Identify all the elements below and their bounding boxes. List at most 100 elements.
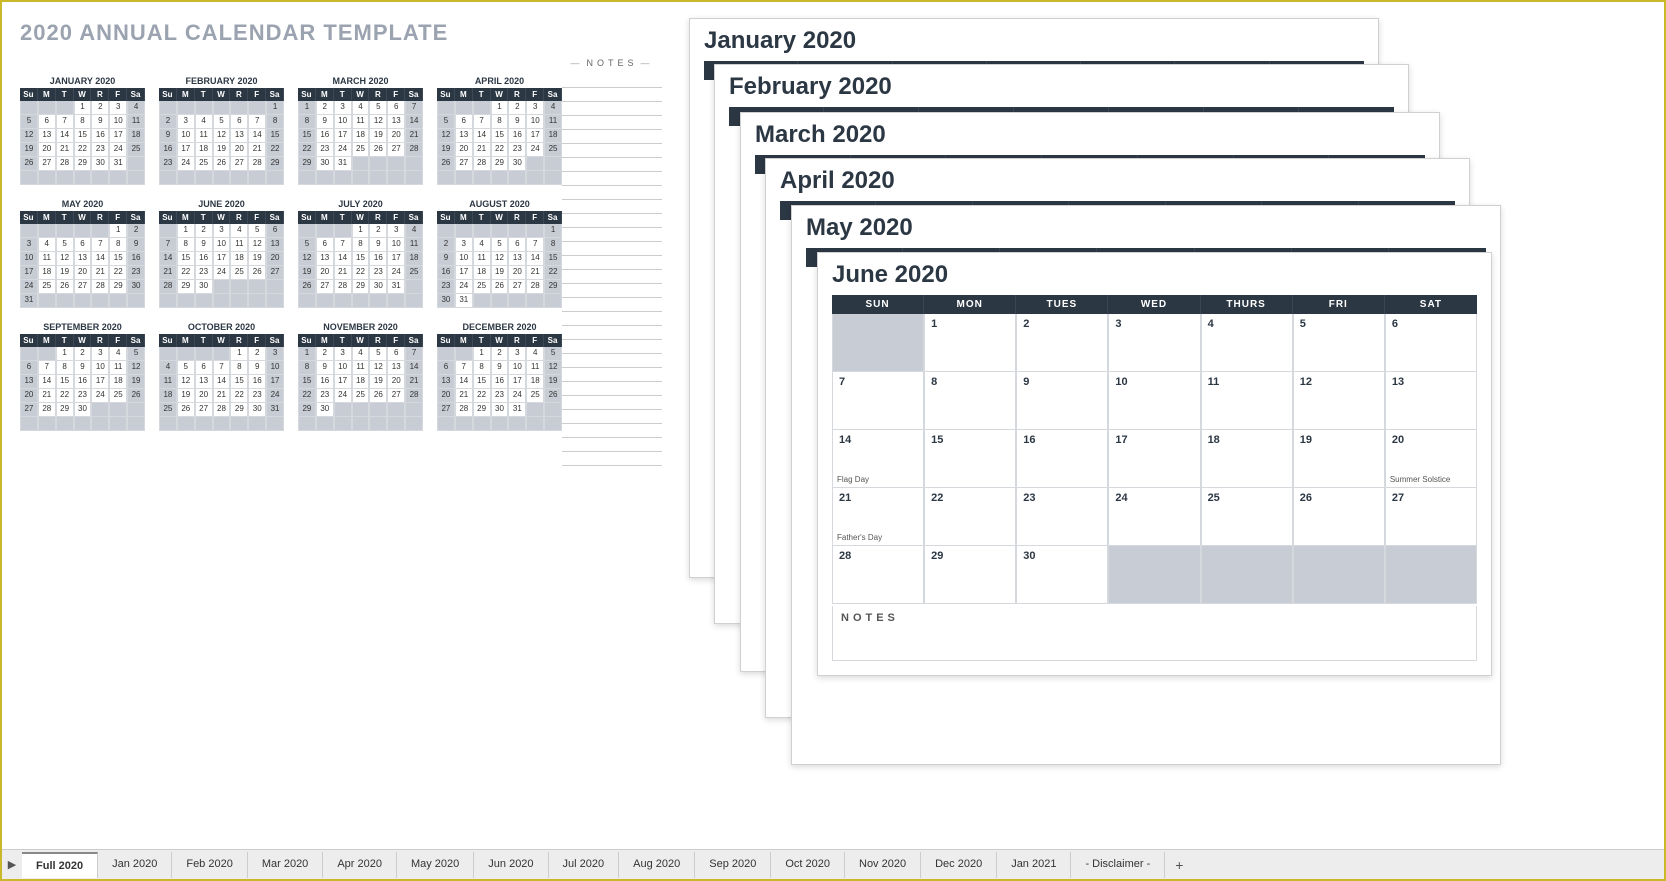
notes-line[interactable] <box>562 438 662 452</box>
notes-column: NOTES <box>562 58 662 466</box>
june-cell[interactable]: 14Flag Day <box>832 430 924 488</box>
june-cell[interactable]: 24 <box>1108 488 1200 546</box>
sheet-tab[interactable]: Jan 2021 <box>997 852 1071 878</box>
sheet-tab[interactable]: Aug 2020 <box>619 852 695 878</box>
june-cell[interactable]: 8 <box>924 372 1016 430</box>
june-cell[interactable]: 4 <box>1201 314 1293 372</box>
june-sheet: June 2020 SUNMONTUESWEDTHURSFRISAT 12345… <box>817 252 1492 676</box>
stacked-sheet-title: May 2020 <box>792 206 1500 248</box>
june-cell[interactable]: 3 <box>1108 314 1200 372</box>
tab-nav-icon[interactable]: ▶ <box>2 858 22 871</box>
june-cell[interactable]: 16 <box>1016 430 1108 488</box>
annual-title: 2020 ANNUAL CALENDAR TEMPLATE <box>20 20 660 46</box>
june-cell[interactable] <box>832 314 924 372</box>
mini-month: MAY 2020SuMTWRFSa12345678910111213141516… <box>20 199 145 308</box>
june-notes: NOTES <box>832 606 1477 661</box>
mini-month: AUGUST 2020SuMTWRFSa12345678910111213141… <box>437 199 562 308</box>
notes-line[interactable] <box>562 298 662 312</box>
mini-month: JUNE 2020SuMTWRFSa1234567891011121314151… <box>159 199 284 308</box>
mini-month-name: DECEMBER 2020 <box>437 322 562 332</box>
june-cell[interactable]: 15 <box>924 430 1016 488</box>
june-cell[interactable]: 12 <box>1293 372 1385 430</box>
june-cell[interactable]: 26 <box>1293 488 1385 546</box>
june-cell[interactable]: 5 <box>1293 314 1385 372</box>
june-cell[interactable]: 30 <box>1016 546 1108 604</box>
notes-line[interactable] <box>562 158 662 172</box>
notes-line[interactable] <box>562 88 662 102</box>
june-date-grid: 1234567891011121314Flag Day151617181920S… <box>832 314 1477 604</box>
notes-line[interactable] <box>562 396 662 410</box>
june-cell[interactable] <box>1385 546 1477 604</box>
notes-line[interactable] <box>562 284 662 298</box>
notes-line[interactable] <box>562 382 662 396</box>
notes-line[interactable] <box>562 130 662 144</box>
june-cell[interactable]: 29 <box>924 546 1016 604</box>
notes-line[interactable] <box>562 354 662 368</box>
june-cell[interactable]: 21Father's Day <box>832 488 924 546</box>
june-cell[interactable]: 9 <box>1016 372 1108 430</box>
notes-line[interactable] <box>562 172 662 186</box>
sheet-tab[interactable]: Full 2020 <box>22 852 98 878</box>
sheet-tab[interactable]: Jul 2020 <box>549 852 620 878</box>
sheet-tab[interactable]: Feb 2020 <box>172 852 247 878</box>
june-cell[interactable]: 2 <box>1016 314 1108 372</box>
sheet-tab[interactable]: May 2020 <box>397 852 474 878</box>
june-cell[interactable]: 18 <box>1201 430 1293 488</box>
sheet-tab[interactable]: Oct 2020 <box>771 852 845 878</box>
sheet-tab[interactable]: Mar 2020 <box>248 852 323 878</box>
tab-add-button[interactable]: + <box>1165 853 1193 877</box>
notes-line[interactable] <box>562 340 662 354</box>
notes-line[interactable] <box>562 256 662 270</box>
mini-month: DECEMBER 2020SuMTWRFSa123456789101112131… <box>437 322 562 431</box>
notes-line[interactable] <box>562 242 662 256</box>
june-cell[interactable]: 19 <box>1293 430 1385 488</box>
sheet-tab[interactable]: Jan 2020 <box>98 852 172 878</box>
mini-month-name: NOVEMBER 2020 <box>298 322 423 332</box>
sheet-tab[interactable]: - Disclaimer - <box>1071 852 1165 878</box>
notes-line[interactable] <box>562 116 662 130</box>
notes-line[interactable] <box>562 144 662 158</box>
june-cell[interactable]: 23 <box>1016 488 1108 546</box>
sheet-tab[interactable]: Sep 2020 <box>695 852 771 878</box>
notes-line[interactable] <box>562 228 662 242</box>
notes-line[interactable] <box>562 214 662 228</box>
june-cell[interactable] <box>1201 546 1293 604</box>
sheet-tab[interactable]: Dec 2020 <box>921 852 997 878</box>
notes-line[interactable] <box>562 410 662 424</box>
notes-line[interactable] <box>562 186 662 200</box>
june-cell[interactable]: 1 <box>924 314 1016 372</box>
june-cell[interactable]: 17 <box>1108 430 1200 488</box>
sheet-tab[interactable]: Jun 2020 <box>474 852 548 878</box>
june-cell[interactable]: 25 <box>1201 488 1293 546</box>
mini-month-name: OCTOBER 2020 <box>159 322 284 332</box>
notes-line[interactable] <box>562 368 662 382</box>
sheet-tab[interactable]: Apr 2020 <box>323 852 397 878</box>
mini-month: APRIL 2020SuMTWRFSa123456789101112131415… <box>437 76 562 185</box>
notes-line[interactable] <box>562 74 662 88</box>
june-cell[interactable] <box>1108 546 1200 604</box>
june-cell[interactable]: 10 <box>1108 372 1200 430</box>
notes-line[interactable] <box>562 200 662 214</box>
june-cell[interactable]: 13 <box>1385 372 1477 430</box>
june-event: Flag Day <box>837 475 869 484</box>
june-cell[interactable] <box>1293 546 1385 604</box>
notes-line[interactable] <box>562 102 662 116</box>
june-cell[interactable]: 7 <box>832 372 924 430</box>
june-cell[interactable]: 6 <box>1385 314 1477 372</box>
june-cell[interactable]: 22 <box>924 488 1016 546</box>
june-cell[interactable]: 28 <box>832 546 924 604</box>
june-cell[interactable]: 20Summer Solstice <box>1385 430 1477 488</box>
june-cell[interactable]: 11 <box>1201 372 1293 430</box>
notes-line[interactable] <box>562 270 662 284</box>
mini-month-name: MAY 2020 <box>20 199 145 209</box>
june-event: Summer Solstice <box>1390 475 1450 484</box>
june-cell[interactable]: 27 <box>1385 488 1477 546</box>
notes-line[interactable] <box>562 326 662 340</box>
mini-month-name: AUGUST 2020 <box>437 199 562 209</box>
notes-line[interactable] <box>562 312 662 326</box>
notes-heading: NOTES <box>562 58 662 68</box>
june-day-header: SUNMONTUESWEDTHURSFRISAT <box>832 295 1477 314</box>
notes-line[interactable] <box>562 424 662 438</box>
sheet-tab[interactable]: Nov 2020 <box>845 852 921 878</box>
notes-line[interactable] <box>562 452 662 466</box>
